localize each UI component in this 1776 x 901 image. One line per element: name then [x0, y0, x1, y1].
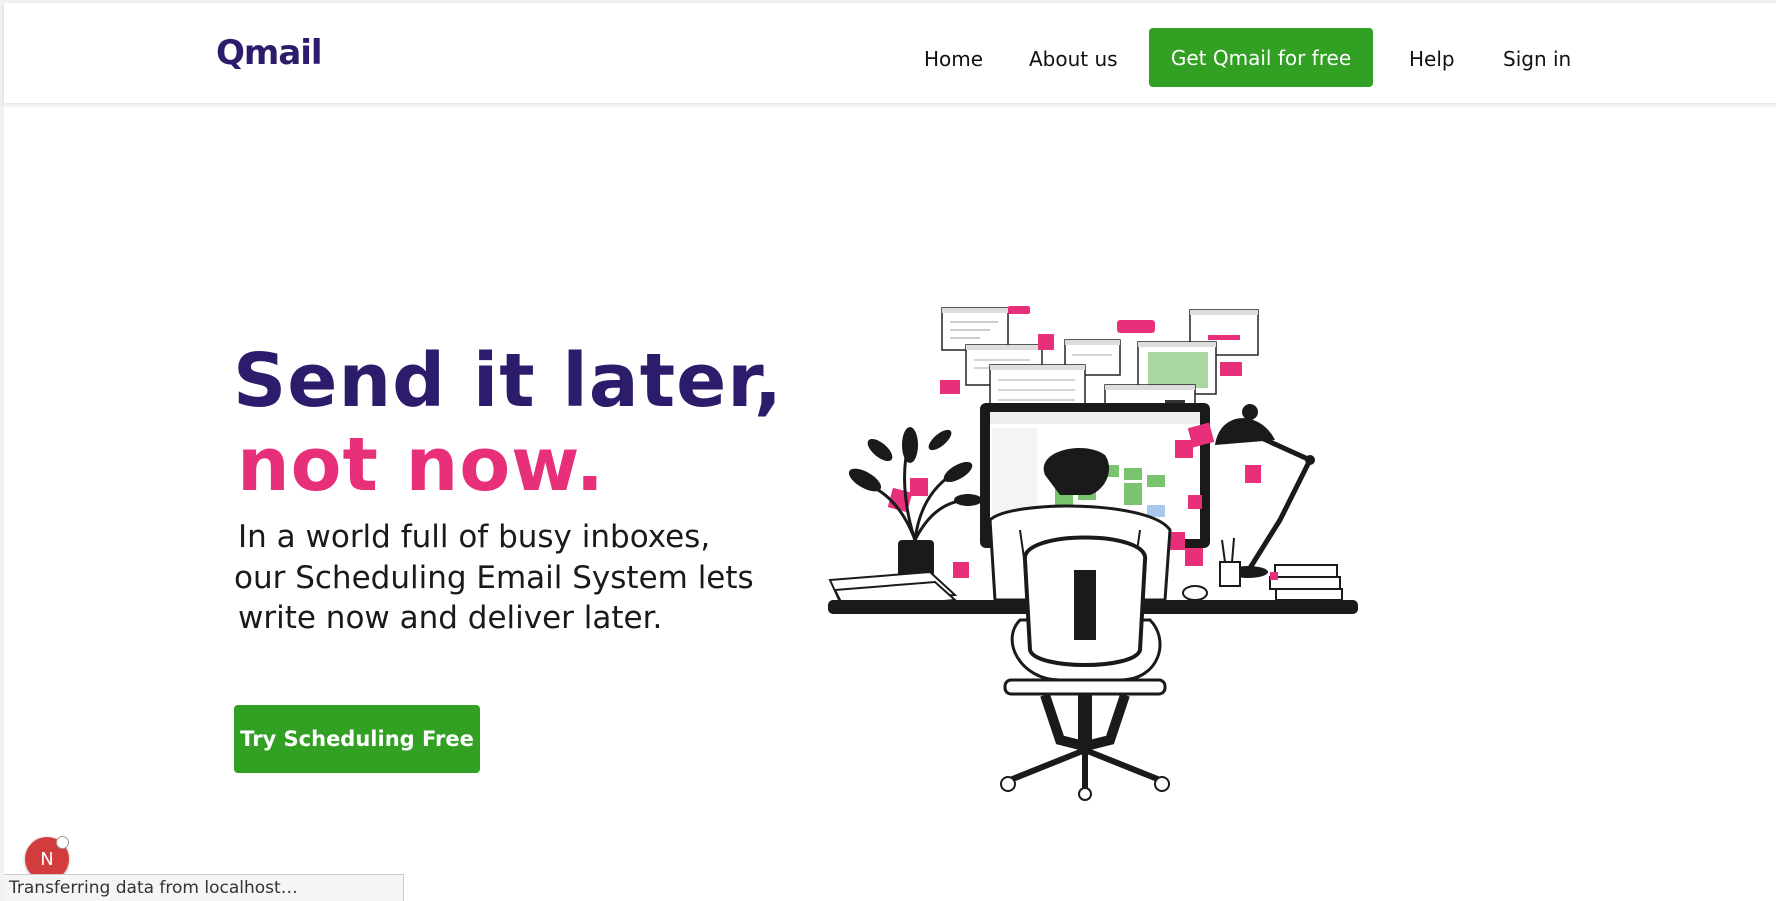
page: Qmail Home About us Get Qmail for free H… [0, 0, 1776, 901]
sticky-note [1185, 548, 1203, 566]
hero-title-line1: Send it later, [233, 338, 783, 424]
chat-bubble-icon [1117, 320, 1155, 333]
get-qmail-button[interactable]: Get Qmail for free [1149, 28, 1373, 87]
window-edge [0, 0, 4, 901]
hero-illustration [828, 306, 1358, 801]
sticky-note [1188, 495, 1202, 509]
try-scheduling-button[interactable]: Try Scheduling Free [234, 705, 480, 773]
sticky-note [1245, 465, 1261, 483]
navbar: Qmail Home About us Get Qmail for free H… [4, 3, 1776, 103]
chat-bubble-icon [1008, 306, 1030, 314]
sticky-note [953, 562, 969, 578]
nav-signin-link[interactable]: Sign in [1503, 47, 1571, 71]
hero-description-line1: In a world full of busy inboxes, [238, 519, 711, 555]
pencil-cup [1219, 561, 1241, 587]
nav-about-link[interactable]: About us [1029, 47, 1118, 71]
image-icon [940, 380, 960, 394]
hero-description-line2: our Scheduling Email System lets [234, 560, 754, 596]
user-icon [1038, 334, 1054, 350]
books [1269, 564, 1343, 601]
dev-indicator-dot [56, 836, 69, 849]
hero-description-line3: write now and deliver later. [238, 600, 663, 636]
lamp [1215, 404, 1315, 578]
hero-title-line2: not now. [237, 422, 605, 508]
nav-home-link[interactable]: Home [924, 47, 983, 71]
logo[interactable]: Qmail [216, 33, 323, 73]
plant [848, 427, 982, 578]
sticky-note [1175, 440, 1193, 458]
browser-status-bar: Transferring data from localhost… [4, 874, 404, 901]
sticky-note [910, 478, 928, 496]
mail-icon [1220, 362, 1242, 376]
mouse [1182, 585, 1208, 601]
floating-window [941, 307, 1009, 351]
nav-help-link[interactable]: Help [1409, 47, 1455, 71]
